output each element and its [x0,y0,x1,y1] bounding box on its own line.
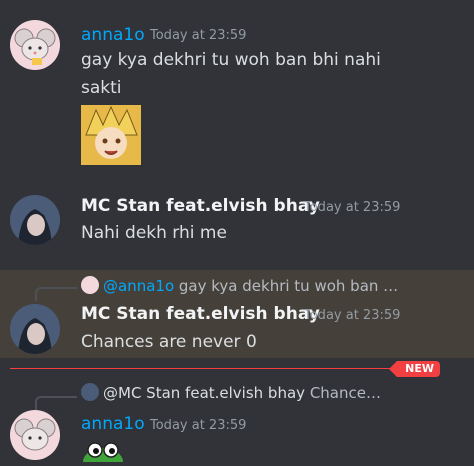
anime-avatar[interactable] [10,304,60,354]
message-line: gay kya dekhri tu woh ban bhi nahi [81,50,381,70]
timestamp: Today at 23:59 [150,28,247,43]
reply-mention[interactable]: @anna1o [103,277,174,295]
message-text: Chances are never 0 [81,332,257,352]
timestamp: Today at 23:59 [304,200,401,215]
timestamp: Today at 23:59 [304,308,401,323]
reply-mention[interactable]: @MC Stan feat.elvish bhay [103,384,305,402]
message-line: sakti [81,78,122,98]
message-text: gay kya dekhri tu woh ban bhi nahi sakti [81,46,461,102]
reply-connector [35,396,77,410]
anime-avatar[interactable] [10,195,60,245]
reply-text: Chances ... [309,384,381,402]
author-name[interactable]: MC Stan feat.elvish bhay [81,304,320,324]
reply-preview[interactable]: @anna1o gay kya dekhri tu woh ban bhi na… [81,276,401,295]
mouse-avatar[interactable] [10,410,60,460]
reply-connector [35,287,77,301]
mouse-avatar[interactable] [10,20,60,70]
author-name[interactable]: anna1o [81,25,145,45]
reply-preview[interactable]: @MC Stan feat.elvish bhay Chances ... [81,383,381,402]
timestamp: Today at 23:59 [150,418,247,433]
new-badge: NEW [389,361,440,377]
anime-avatar-small [81,383,99,401]
anime-sticker[interactable] [81,105,141,165]
author-name[interactable]: MC Stan feat.elvish bhay [81,196,320,216]
mouse-avatar-small [81,276,99,294]
new-messages-divider [10,368,440,369]
author-name[interactable]: anna1o [81,414,145,434]
reply-text: gay kya dekhri tu woh ban bhi nahi sakti [178,277,401,295]
message-text: Nahi dekh rhi me [81,223,227,243]
